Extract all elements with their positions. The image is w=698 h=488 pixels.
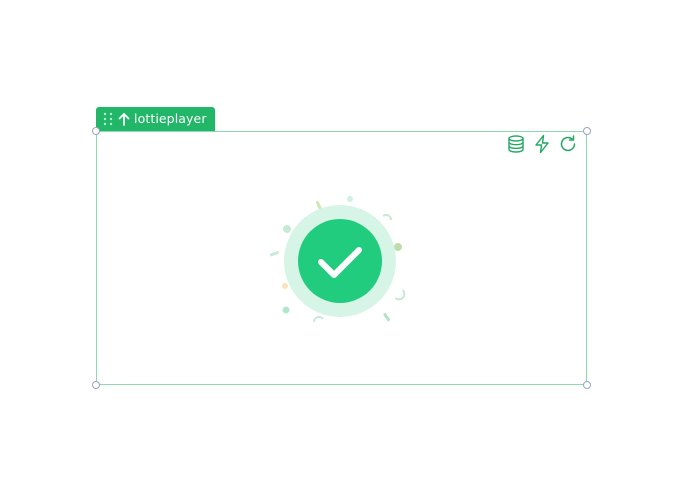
canvas: lottieplayer (0, 0, 698, 488)
drag-handle-icon[interactable] (102, 111, 114, 127)
resize-handle-top-left[interactable] (92, 127, 100, 135)
database-button[interactable] (505, 133, 527, 155)
lottie-success-animation (260, 186, 420, 336)
arrow-up-icon[interactable] (118, 112, 130, 126)
refresh-icon (558, 134, 578, 154)
element-toolbar (505, 133, 579, 155)
refresh-button[interactable] (557, 133, 579, 155)
element-tag[interactable]: lottieplayer (96, 107, 215, 131)
database-icon (506, 134, 526, 154)
element-tag-label: lottieplayer (134, 111, 207, 126)
resize-handle-bottom-left[interactable] (92, 381, 100, 389)
lightning-icon (532, 134, 552, 154)
lightning-button[interactable] (531, 133, 553, 155)
resize-handle-bottom-right[interactable] (583, 381, 591, 389)
resize-handle-top-right[interactable] (583, 127, 591, 135)
